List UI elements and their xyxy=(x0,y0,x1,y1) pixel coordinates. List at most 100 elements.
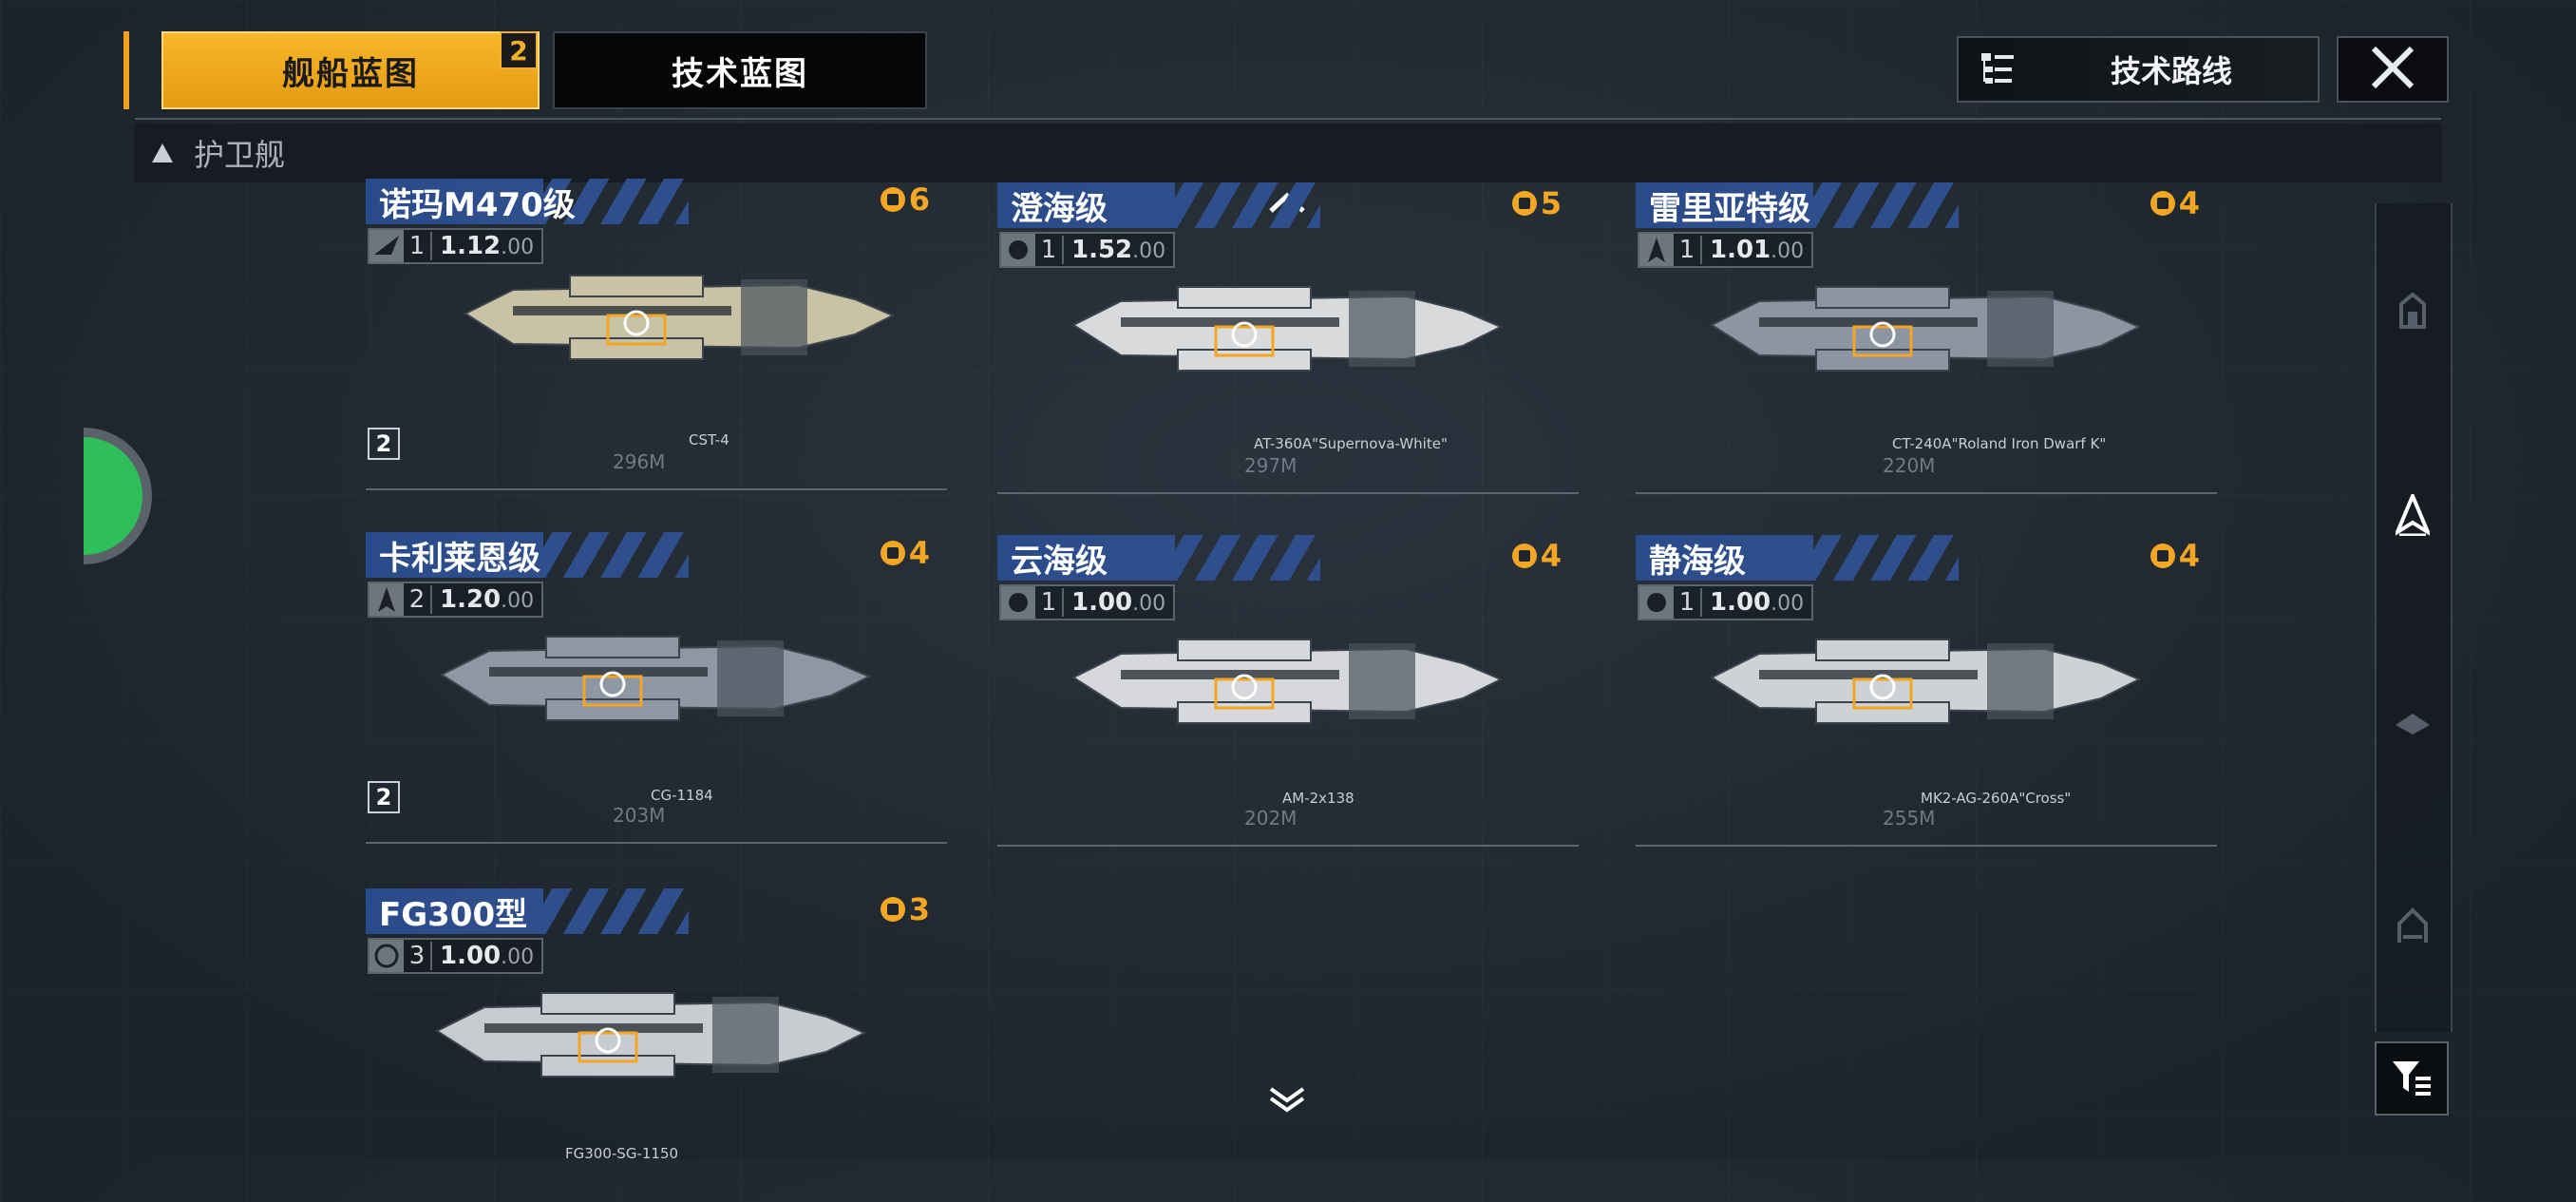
ship-cost: 4 xyxy=(2150,535,2200,577)
side-status-badge[interactable] xyxy=(84,428,152,564)
blueprint-baseline xyxy=(366,488,947,490)
ship-length-scale: 202M xyxy=(1244,807,1297,830)
weapon-label: CG-1184 xyxy=(651,787,713,804)
ship-card[interactable]: 雷里亚特级 4 1 1.01.00 CT-240A"Roland Iron Dw… xyxy=(1636,182,2217,496)
ship-name: 澄海级 xyxy=(1011,189,1108,228)
owned-count-badge: 2 xyxy=(368,428,400,460)
ship-name-bar: FG300型 xyxy=(366,888,689,934)
sidebar-category-icon-4[interactable] xyxy=(2394,906,2432,944)
sidebar-category-icon-3[interactable] xyxy=(2394,703,2432,741)
ship-model-image xyxy=(427,964,874,1107)
ship-length-scale: 220M xyxy=(1883,454,1936,477)
sidebar-category-icon-1[interactable] xyxy=(2394,291,2432,329)
weapon-label: FG300-SG-1150 xyxy=(565,1145,679,1162)
ship-name-bar: 雷里亚特级 xyxy=(1636,182,1959,228)
ship-name: 卡利莱恩级 xyxy=(379,539,540,578)
ship-model-image xyxy=(1064,611,1510,754)
tree-list-icon xyxy=(1979,51,2017,89)
ship-card[interactable]: FG300型 3 3 1.00.00 FG300-SG-1150 xyxy=(366,888,947,1202)
ship-model-image xyxy=(1702,258,2149,401)
ship-name: 云海级 xyxy=(1011,542,1108,581)
ship-card[interactable]: 卡利莱恩级 4 2 1.20.00 CG-1184 203M 2 xyxy=(366,532,947,846)
tab-tech-blueprints[interactable]: 技术蓝图 xyxy=(553,31,927,109)
ship-name: 诺玛M470级 xyxy=(379,185,576,224)
weapon-label: AT-360A"Supernova-White" xyxy=(1254,435,1448,452)
close-icon xyxy=(2368,43,2417,96)
ship-name: 静海级 xyxy=(1649,542,1746,581)
cost-coin-icon xyxy=(1511,544,1537,568)
sidebar-frigate-icon[interactable] xyxy=(2394,494,2432,536)
ship-name-bar: 诺玛M470级 xyxy=(366,179,689,224)
ship-level: 1 xyxy=(1674,236,1702,264)
ship-model-image xyxy=(456,247,902,390)
ship-cost: 3 xyxy=(880,888,930,930)
ship-level: 1 xyxy=(404,232,432,260)
cost-coin-icon xyxy=(1511,191,1537,216)
weapon-label: AM-2x138 xyxy=(1282,790,1354,807)
cost-coin-icon xyxy=(880,541,905,565)
ship-class-icon xyxy=(369,230,404,262)
blueprint-baseline xyxy=(997,492,1579,494)
ship-cost: 4 xyxy=(2150,182,2200,224)
close-button[interactable] xyxy=(2337,36,2449,103)
category-label: 护卫舰 xyxy=(194,137,286,173)
ship-cost-value: 4 xyxy=(1540,538,1562,574)
ship-class-icon xyxy=(1001,586,1035,619)
ship-card[interactable]: 静海级 4 1 1.00.00 MK2-AG-260A"Cross" 255M xyxy=(1636,535,2217,849)
ship-cost-value: 4 xyxy=(908,535,930,571)
ship-level: 2 xyxy=(404,585,432,614)
ship-class-icon xyxy=(369,583,404,616)
cost-coin-icon xyxy=(2150,544,2175,568)
ship-model-image xyxy=(1702,611,2149,754)
blueprint-baseline xyxy=(997,845,1579,847)
ship-cost: 5 xyxy=(1511,182,1562,224)
ship-model-image xyxy=(1064,258,1510,401)
ship-card[interactable]: 诺玛M470级 6 1 1.12.00 CST-4 296M 2 xyxy=(366,179,947,492)
tech-route-button[interactable]: 技术路线 xyxy=(1957,36,2320,103)
blueprint-baseline xyxy=(366,842,947,844)
ship-card[interactable]: 云海级 4 1 1.00.00 AM-2x138 202M xyxy=(997,535,1579,849)
cost-coin-icon xyxy=(2150,191,2175,216)
ship-name-bar: 云海级 xyxy=(997,535,1320,581)
weapon-label: CT-240A"Roland Iron Dwarf K" xyxy=(1892,435,2107,452)
ship-cost-value: 3 xyxy=(908,891,930,927)
cost-coin-icon xyxy=(880,187,905,212)
ship-level: 1 xyxy=(1035,236,1064,264)
ship-level: 1 xyxy=(1674,588,1702,617)
ship-class-icon xyxy=(1639,586,1674,619)
ship-name: FG300型 xyxy=(379,895,528,934)
ship-length-scale: 296M xyxy=(613,450,666,473)
owned-count-badge: 2 xyxy=(368,781,400,813)
ship-class-icon xyxy=(369,940,404,972)
ship-cost-value: 4 xyxy=(2178,538,2200,574)
weapon-label: MK2-AG-260A"Cross" xyxy=(1921,790,2072,807)
ship-name: 雷里亚特级 xyxy=(1649,189,1810,228)
ship-name-bar: 静海级 xyxy=(1636,535,1959,581)
filter-button[interactable] xyxy=(2375,1041,2449,1116)
scroll-down-icon[interactable] xyxy=(1265,1083,1309,1113)
collapse-triangle-icon xyxy=(152,143,173,162)
ship-card[interactable]: 澄海级 5 1 1.52.00 AT-360A"Supernova-White"… xyxy=(997,182,1579,496)
ship-class-icon xyxy=(1001,234,1035,266)
category-header-frigate[interactable]: 护卫舰 xyxy=(135,124,2441,182)
tab-accent-bar xyxy=(123,31,129,109)
ship-length-scale: 297M xyxy=(1244,454,1297,477)
filter-icon xyxy=(2391,1058,2433,1099)
ship-class-icon xyxy=(1639,234,1674,266)
ship-blueprints-count-badge: 2 xyxy=(500,31,538,69)
ship-name-bar: 卡利莱恩级 xyxy=(366,532,689,578)
blueprint-baseline xyxy=(1636,845,2217,847)
weapon-label: CST-4 xyxy=(689,431,729,448)
ship-cost: 4 xyxy=(880,532,930,574)
ship-level: 1 xyxy=(1035,588,1064,617)
ship-cost-value: 5 xyxy=(1540,185,1562,221)
cost-coin-icon xyxy=(880,897,905,922)
tab-ship-blueprints[interactable]: 舰船蓝图 xyxy=(161,31,540,109)
ship-cost-value: 4 xyxy=(2178,185,2200,221)
ship-length-scale: 203M xyxy=(613,804,666,827)
tab-ship-blueprints-label: 舰船蓝图 xyxy=(282,54,419,93)
ship-cost: 6 xyxy=(880,179,930,220)
tech-route-label: 技术路线 xyxy=(2111,53,2233,89)
ship-cost: 4 xyxy=(1511,535,1562,577)
ship-cost-value: 6 xyxy=(908,181,930,218)
